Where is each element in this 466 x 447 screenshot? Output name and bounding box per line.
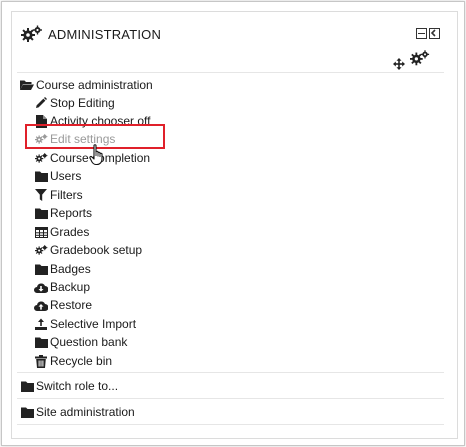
nav-grades[interactable]: Grades xyxy=(34,223,89,241)
folder-icon xyxy=(34,169,48,183)
screenshot-frame: ADMINISTRATION Course administration Sto… xyxy=(1,1,465,446)
actions-gear-icon[interactable] xyxy=(410,49,430,67)
folder-icon xyxy=(34,335,48,349)
nav-label: Reports xyxy=(50,206,93,220)
trash-icon xyxy=(34,354,48,368)
nav-reports[interactable]: Reports xyxy=(34,204,92,222)
nav-filters[interactable]: Filters xyxy=(34,186,83,204)
nav-label: Filters xyxy=(50,188,83,202)
upload-icon xyxy=(34,317,48,331)
nav-label: Badges xyxy=(50,262,91,276)
administration-block: ADMINISTRATION Course administration Sto… xyxy=(11,11,458,439)
move-icon[interactable] xyxy=(393,57,405,70)
nav-selective-import[interactable]: Selective Import xyxy=(34,315,136,333)
block-title: ADMINISTRATION xyxy=(48,27,162,42)
nav-course-administration[interactable]: Course administration xyxy=(20,76,153,94)
folder-open-icon xyxy=(20,78,34,92)
nav-label: Users xyxy=(50,169,82,183)
nav-recycle-bin[interactable]: Recycle bin xyxy=(34,352,112,370)
nav-gradebook-setup[interactable]: Gradebook setup xyxy=(34,241,142,259)
minimize-icon[interactable] xyxy=(416,28,427,39)
table-icon xyxy=(34,225,48,239)
nav-label: Backup xyxy=(50,280,91,294)
cloud-upload-icon xyxy=(34,298,48,312)
nav-label: Restore xyxy=(50,298,93,312)
folder-icon xyxy=(34,206,48,220)
nav-label: Selective Import xyxy=(50,317,137,331)
nav-site-administration[interactable]: Site administration xyxy=(20,403,135,421)
pencil-icon xyxy=(34,96,48,110)
nav-badges[interactable]: Badges xyxy=(34,260,91,278)
dock-icon[interactable] xyxy=(429,28,440,39)
divider xyxy=(17,72,444,73)
folder-icon xyxy=(20,405,34,419)
gears-icon xyxy=(34,243,48,257)
divider xyxy=(17,372,444,373)
nav-label: Grades xyxy=(50,225,90,239)
nav-label: Switch role to... xyxy=(36,379,119,393)
nav-question-bank[interactable]: Question bank xyxy=(34,333,127,351)
nav-restore[interactable]: Restore xyxy=(34,296,92,314)
nav-stop-editing[interactable]: Stop Editing xyxy=(34,94,115,112)
hand-cursor-icon xyxy=(89,144,107,166)
nav-label: Course administration xyxy=(36,78,153,92)
gears-icon xyxy=(21,25,43,43)
nav-users[interactable]: Users xyxy=(34,167,81,185)
cloud-download-icon xyxy=(34,280,48,294)
nav-label: Site administration xyxy=(36,405,135,419)
nav-backup[interactable]: Backup xyxy=(34,278,90,296)
gears-icon xyxy=(34,151,48,165)
filter-icon xyxy=(34,188,48,202)
folder-icon xyxy=(34,262,48,276)
nav-label: Recycle bin xyxy=(50,354,113,368)
folder-icon xyxy=(20,379,34,393)
nav-label: Gradebook setup xyxy=(50,243,143,257)
divider xyxy=(17,424,444,425)
nav-switch-role[interactable]: Switch role to... xyxy=(20,377,118,395)
divider xyxy=(17,398,444,399)
nav-label: Question bank xyxy=(50,335,128,349)
nav-label: Stop Editing xyxy=(50,96,115,110)
